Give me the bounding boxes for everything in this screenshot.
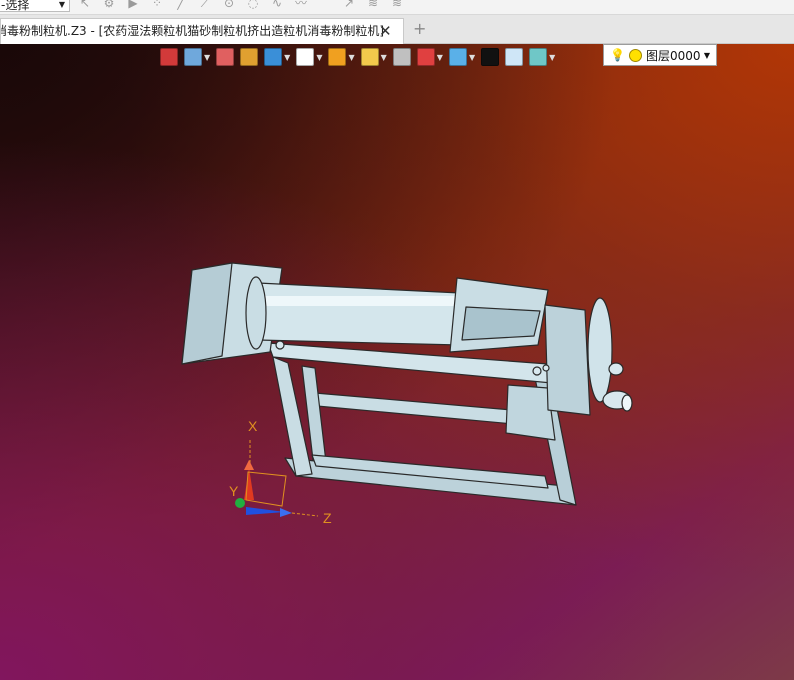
pulley — [587, 297, 613, 403]
bulb-icon[interactable]: 💡 — [610, 48, 625, 62]
box-view-button[interactable]: ▼ — [264, 47, 290, 67]
chevron-down-icon[interactable]: ▼ — [284, 53, 290, 62]
selection-filter-dropdown[interactable]: -选择 ▼ — [0, 0, 70, 12]
chevron-down-icon[interactable]: ▼ — [704, 51, 710, 60]
chevron-down-icon[interactable]: ▼ — [469, 53, 475, 62]
feed-hopper-inner — [461, 306, 541, 341]
section-button[interactable]: ▼ — [416, 47, 443, 67]
barrel — [257, 282, 461, 346]
close-icon[interactable]: ✕ — [379, 19, 392, 43]
layer-color-dot — [628, 48, 642, 62]
x-axis-label: X — [248, 418, 258, 434]
bolt — [542, 364, 550, 372]
render-mode-button[interactable]: ▼ — [184, 47, 210, 67]
shaded-box-button[interactable] — [240, 47, 259, 67]
zoom-icon — [360, 48, 379, 66]
bearing-housing — [544, 304, 591, 416]
stack2-icon[interactable]: ≋ — [390, 0, 404, 10]
chevron-down-icon[interactable]: ▼ — [381, 53, 387, 62]
document-tab-bar: 消毒粉制粒机.Z3 - [农药湿法颗粒机猫砂制粒机挤出造粒机消毒粉制粒机] ✕ … — [0, 15, 794, 44]
pencil-icon — [216, 48, 235, 66]
command-icons: ↖ ⚙ ▶ ⁘ ╱ ⟋ ⊙ ◌ ∿ 〰 ⌒ ↗ ≋ ≋ — [78, 0, 404, 12]
chevron-down-icon[interactable]: ▼ — [59, 0, 65, 13]
arrow-icon[interactable]: ↗ — [342, 0, 356, 10]
stack-icon[interactable]: ≋ — [366, 0, 380, 10]
layer-stack-icon — [529, 48, 548, 66]
barrel-flange — [245, 276, 267, 350]
pencil-button[interactable] — [216, 47, 235, 67]
x-axis-head — [244, 460, 254, 470]
color-swatch-icon — [505, 48, 524, 66]
exit-icon — [160, 48, 178, 66]
document-tab[interactable]: 消毒粉制粒机.Z3 - [农药湿法颗粒机猫砂制粒机挤出造粒机消毒粉制粒机] ✕ — [0, 18, 404, 44]
chevron-down-icon[interactable]: ▼ — [316, 53, 322, 62]
chevron-down-icon[interactable]: ▼ — [549, 53, 555, 62]
arc-icon[interactable]: ⌒ — [318, 0, 332, 10]
box-view-icon — [264, 48, 283, 66]
section-icon — [416, 48, 435, 66]
shaded-box-icon — [240, 48, 259, 66]
bolt — [275, 340, 285, 350]
selection-filter-value: -选择 — [1, 0, 30, 12]
line-weight-icon — [481, 48, 500, 66]
filter-icon — [328, 48, 347, 66]
render-mode-icon — [184, 48, 202, 66]
z-axis-arrow — [246, 507, 285, 515]
z-axis-label: Z — [323, 510, 332, 526]
z-axis-head — [280, 508, 292, 517]
line-icon[interactable]: ╱ — [174, 0, 188, 10]
filter-button[interactable]: ▼ — [328, 47, 355, 67]
chevron-down-icon[interactable]: ▼ — [204, 53, 210, 62]
layer-stack-button[interactable]: ▼ — [529, 47, 555, 67]
granulator-model[interactable]: X Y Z — [0, 44, 794, 680]
cursor-icon[interactable]: ↖ — [78, 0, 92, 10]
3d-viewport[interactable]: ▼ ▼ ▼ ▼ ▼ ▼ ▼ ▼ 💡 图层0000 ▼ X Y Z — [0, 44, 794, 680]
fit-icon — [392, 48, 411, 66]
dots-icon[interactable]: ⁘ — [150, 0, 164, 10]
frame-mid-rail — [314, 392, 515, 425]
wave-icon[interactable]: 〰 — [294, 0, 308, 10]
point-line-icon[interactable]: ⟋ — [198, 0, 212, 10]
exit-button[interactable] — [160, 47, 178, 67]
viewport-toolbar: ▼ ▼ ▼ ▼ ▼ ▼ ▼ ▼ — [160, 46, 555, 68]
cube-icon — [296, 48, 315, 66]
z-axis-dash — [291, 512, 319, 517]
cube-button[interactable]: ▼ — [296, 47, 322, 67]
circle2-icon[interactable]: ◌ — [246, 0, 260, 10]
motor-end — [621, 394, 633, 412]
zoom-button[interactable]: ▼ — [360, 47, 387, 67]
barrel-highlight — [262, 296, 457, 306]
gear-icon[interactable]: ⚙ — [102, 0, 116, 10]
command-toolbar: -选择 ▼ ↖ ⚙ ▶ ⁘ ╱ ⟋ ⊙ ◌ ∿ 〰 ⌒ ↗ ≋ ≋ — [0, 0, 794, 15]
display-button[interactable]: ▼ — [448, 47, 475, 67]
y-axis-label: Y — [229, 483, 239, 499]
circle-icon[interactable]: ⊙ — [222, 0, 236, 10]
fit-button[interactable] — [392, 47, 411, 67]
new-tab-button[interactable]: + — [413, 19, 426, 38]
chevron-down-icon[interactable]: ▼ — [437, 53, 443, 62]
play-icon[interactable]: ▶ — [126, 0, 140, 10]
line-weight-button[interactable] — [481, 47, 500, 67]
bolt — [532, 366, 542, 376]
y-axis-dot — [235, 498, 245, 508]
curve-icon[interactable]: ∿ — [270, 0, 284, 10]
layer-name: 图层0000 — [645, 48, 701, 63]
layer-selector[interactable]: 💡 图层0000 ▼ — [603, 44, 717, 66]
chevron-down-icon[interactable]: ▼ — [348, 53, 354, 62]
document-tab-title: 消毒粉制粒机.Z3 - [农药湿法颗粒机猫砂制粒机挤出造粒机消毒粉制粒机] — [0, 24, 384, 38]
shaft-end — [608, 362, 624, 376]
display-icon — [448, 48, 467, 66]
color-swatch-button[interactable] — [505, 47, 524, 67]
